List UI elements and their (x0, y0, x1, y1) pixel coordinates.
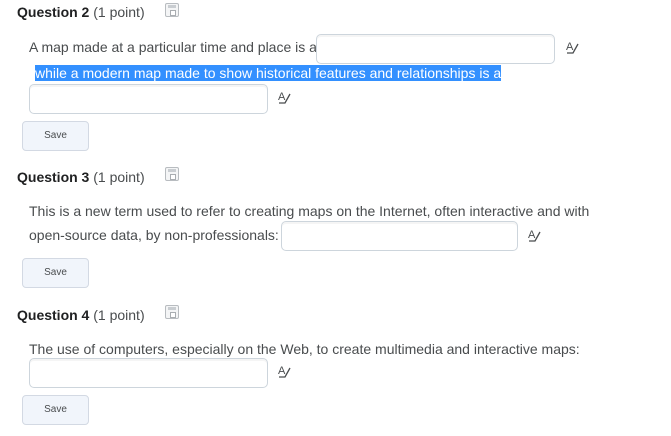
question-3-text-line1: This is a new term used to refer to crea… (29, 203, 590, 219)
question-3-save-button[interactable]: Save (22, 258, 89, 288)
question-name: Question 2 (17, 4, 90, 20)
question-4-save-button[interactable]: Save (22, 395, 89, 425)
question-name: Question 3 (17, 169, 90, 185)
question-4-blank-1[interactable] (29, 358, 268, 388)
question-2-text-line1: A map made at a particular time and plac… (29, 39, 317, 55)
question-3-blank-1[interactable] (281, 221, 518, 251)
flag-question-icon[interactable] (165, 167, 179, 181)
question-name: Question 4 (17, 307, 90, 323)
question-points: (1 point) (93, 307, 145, 323)
svg-text:A: A (278, 91, 286, 103)
question-2-blank-2[interactable] (29, 84, 268, 114)
spell-check-icon[interactable]: A (276, 89, 294, 107)
spell-check-icon[interactable]: A (526, 227, 544, 245)
question-3-title: Question 3 (1 point) (17, 168, 145, 186)
question-2-blank-1[interactable] (316, 34, 555, 64)
svg-text:A: A (528, 229, 536, 241)
question-4-title: Question 4 (1 point) (17, 306, 145, 324)
svg-text:A: A (278, 365, 286, 377)
flag-question-icon[interactable] (165, 305, 179, 319)
question-points: (1 point) (93, 169, 145, 185)
question-4-text-line1: The use of computers, especially on the … (29, 341, 580, 357)
selected-text: while a modern map made to show historic… (35, 65, 502, 81)
spell-check-icon[interactable]: A (564, 39, 582, 57)
question-2-title: Question 2 (1 point) (17, 3, 145, 21)
question-points: (1 point) (93, 4, 145, 20)
question-3-text-line2: open-source data, by non-professionals: (29, 227, 279, 243)
svg-text:A: A (566, 41, 574, 53)
question-2-save-button[interactable]: Save (22, 121, 89, 151)
spell-check-icon[interactable]: A (276, 363, 294, 381)
question-2-text-line2: while a modern map made to show historic… (35, 64, 502, 82)
flag-question-icon[interactable] (165, 3, 179, 17)
